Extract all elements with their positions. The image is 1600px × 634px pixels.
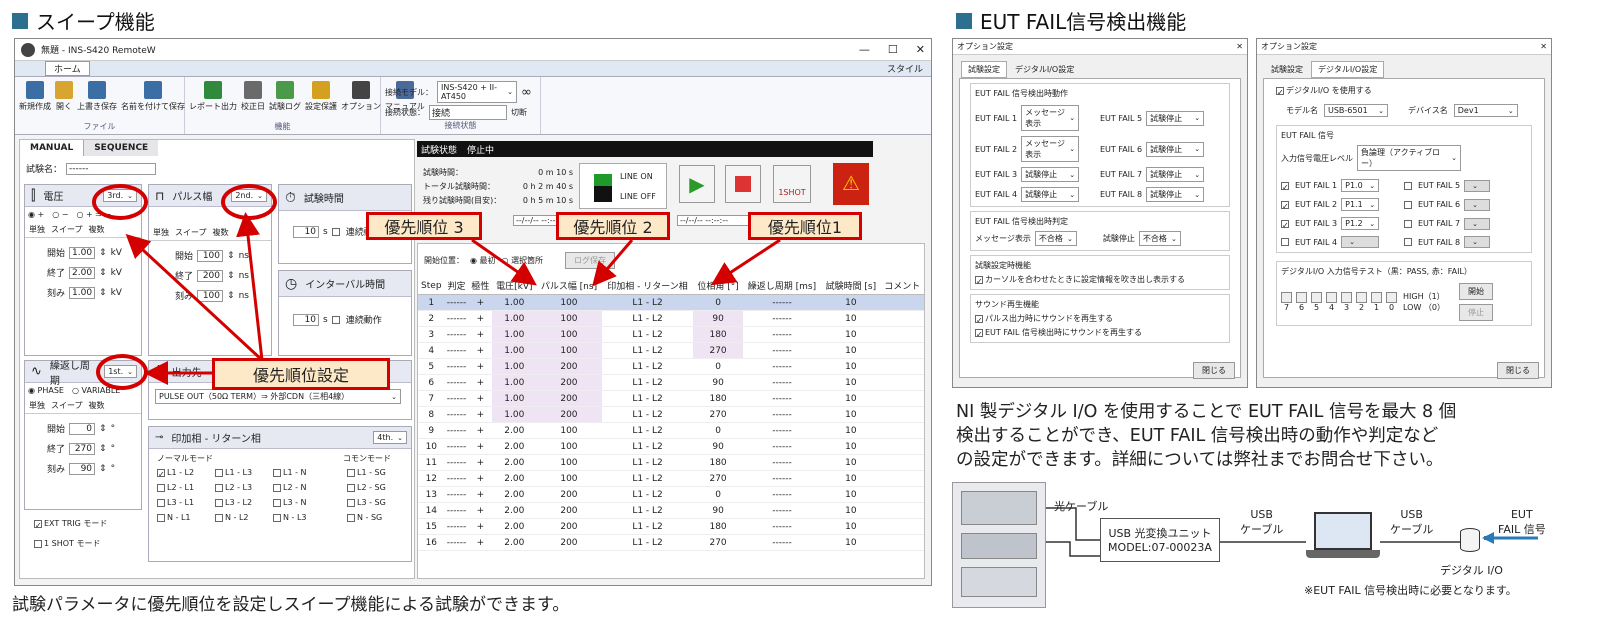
dlg2-close-icon[interactable]: ✕ [1540,42,1547,51]
fail-action-select[interactable]: 試験停止 [1146,167,1205,182]
dlg2-model-select[interactable]: USB-6501 [1324,104,1388,117]
fail-channel-row[interactable]: ✓ EUT FAIL 3 P1.2 [1281,217,1404,230]
usb-optical-unit: USB 光変換ユニット MODEL:07-00023A [1100,518,1220,562]
dlg2-stop-button[interactable]: 停止 [1459,304,1494,321]
laptop-icon [1306,512,1380,564]
callout-priority-2: 優先順位 2 [556,212,670,240]
dlg2-use-dio[interactable]: ✓ デジタルI/O を使用する [1276,85,1532,97]
dlg2-signal-group: EUT FAIL 信号 入力信号電圧レベル負論理（アクティブロー） ✓EUT F… [1276,125,1532,253]
system-diagram: 光ケーブル USB 光変換ユニット MODEL:07-00023A USB ケーブ… [950,478,1598,628]
right-description: NI 製デジタル I/O を使用することで EUT FAIL 信号を最大 8 個… [956,400,1456,472]
options-dialog-dio: オプション設定 ✕ 試験設定 デジタルI/O設定 ✓ デジタルI/O を使用する モデ… [1256,38,1552,388]
optical-cable-label: 光ケーブル [1054,500,1109,513]
priority-circle-voltage [92,184,148,220]
digital-io-icon [1460,528,1480,552]
dlg2-tab-test[interactable]: 試験設定 [1265,62,1309,77]
fail-action-row: EUT FAIL 2 メッセージ表示 [975,136,1100,162]
io-bit: 2 [1356,292,1367,312]
fail-channel-select [1464,217,1491,230]
fail-channel-row[interactable]: EUT FAIL 4 [1281,236,1404,248]
fail-channel-row[interactable]: EUT FAIL 7 [1404,217,1527,230]
io-bit: 5 [1311,292,1322,312]
fail-channel-select [1464,236,1491,248]
fail-channel-select[interactable] [1341,236,1380,248]
fail-action-select[interactable]: メッセージ表示 [1021,105,1080,131]
fail-action-select[interactable]: 試験停止 [1146,187,1205,202]
dlg2-tab-dio[interactable]: デジタルI/O設定 [1311,61,1385,78]
description-line: NI 製デジタル I/O を使用することで EUT FAIL 信号を最大 8 個 [956,402,1457,422]
io-bit: 6 [1296,292,1307,312]
fail-action-select[interactable]: 試験停止 [1021,187,1080,202]
io-bit: 0 [1386,292,1397,312]
callout-priority-1: 優先順位1 [748,212,862,240]
dlg1-close-icon[interactable]: ✕ [1236,42,1243,51]
fail-channel-row[interactable]: EUT FAIL 5 [1404,179,1527,192]
io-bit: 3 [1341,292,1352,312]
fail-action-select[interactable]: メッセージ表示 [1021,136,1080,162]
fail-action-row: EUT FAIL 4 試験停止 [975,187,1100,202]
fail-action-row: EUT FAIL 1 メッセージ表示 [975,105,1100,131]
priority-circle-pulse [221,184,277,220]
dlg1-stop-select[interactable]: 不合格 [1138,231,1181,246]
fail-channel-row[interactable]: EUT FAIL 6 [1404,198,1527,211]
dlg2-title: オプション設定 [1261,42,1317,51]
dlg2-test-group: デジタルI/O 入力信号テスト（黒：PASS, 赤：FAIL） 76543210… [1276,261,1532,326]
dlg1-group-action: EUT FAIL 信号検出時動作EUT FAIL 1メッセージ表示EUT FAI… [970,83,1230,207]
fail-action-row: EUT FAIL 7 試験停止 [1100,167,1225,182]
fail-channel-select [1464,198,1491,211]
fail-channel-select[interactable]: P1.0 [1341,179,1380,192]
fail-action-row: EUT FAIL 6 試験停止 [1100,136,1225,162]
description-line: の設定ができます。詳細については弊社までお問合せ下さい。 [956,450,1444,470]
dlg1-title: オプション設定 [957,42,1013,51]
digital-io-label: デジタル I/O [1440,564,1503,577]
options-dialog-test: オプション設定 ✕ 試験設定 デジタルI/O設定 EUT FAIL 信号検出時動作 E… [952,38,1248,388]
dlg1-tab-test[interactable]: 試験設定 [961,61,1007,78]
heading-square-icon [956,12,972,29]
priority-circle-repeat [96,354,148,390]
callout-priority-3: 優先順位 3 [366,212,482,240]
fail-channel-row[interactable]: ✓ EUT FAIL 1 P1.0 [1281,179,1404,192]
diagram-note: ※EUT FAIL 信号検出時に必要となります。 [1304,584,1517,597]
fail-action-select[interactable]: 試験停止 [1146,141,1205,157]
dlg1-group-tooltip: 試験設定時機能 ✓ カーソルを合わせたときに設定情報を吹き出し表示する [970,255,1230,290]
fail-channel-row[interactable]: EUT FAIL 8 [1404,236,1527,248]
fail-action-row: EUT FAIL 3 試験停止 [975,167,1100,182]
dlg1-group-judge: EUT FAIL 信号検出時判定 メッセージ表示不合格試験停止不合格 [970,211,1230,251]
dlg1-tooltip-check[interactable]: ✓ カーソルを合わせたときに設定情報を吹き出し表示する [975,274,1225,286]
fail-channel-select[interactable]: P1.2 [1341,217,1380,230]
fail-action-select[interactable]: 試験停止 [1021,167,1080,182]
dlg1-close-button[interactable]: 閉じる [1193,362,1235,379]
callout-priority-setting: 優先順位設定 [212,358,390,390]
usb-cable-label-1: USB ケーブル [1240,508,1284,536]
dlg2-close-button[interactable]: 閉じる [1497,362,1539,379]
dlg2-level-select[interactable]: 負論理（アクティブロー） [1357,145,1461,171]
right-heading: EUT FAIL信号検出機能 [956,6,1186,35]
fail-channel-row[interactable]: ✓ EUT FAIL 2 P1.1 [1281,198,1404,211]
fail-channel-select [1464,179,1491,192]
dlg1-sound-pulse[interactable]: ✓ パルス出力時にサウンドを再生する [975,313,1225,325]
io-bit: 7 [1281,292,1292,312]
io-bit: 1 [1371,292,1382,312]
description-line: 検出することができ、EUT FAIL 信号検出時の動作や判定など [956,426,1439,446]
io-bit: 4 [1326,292,1337,312]
dlg1-sound-fail[interactable]: ✓ EUT FAIL 信号検出時にサウンドを再生する [975,327,1225,339]
dlg1-msg-select[interactable]: 不合格 [1034,231,1077,246]
dlg2-start-button[interactable]: 開始 [1459,283,1494,300]
right-heading-text: EUT FAIL信号検出機能 [980,10,1187,34]
annotation-arrows [125,212,781,385]
dlg1-tab-dio[interactable]: デジタルI/O設定 [1009,62,1080,77]
dlg2-device-select[interactable]: Dev1 [1453,104,1518,117]
fail-action-select[interactable]: 試験停止 [1146,110,1205,126]
left-caption: 試験パラメータに優先順位を設定しスイープ機能による試験ができます。 [12,595,570,615]
fail-channel-select[interactable]: P1.1 [1341,198,1380,211]
eut-fail-label: EUT FAIL 信号 [1498,508,1546,536]
usb-cable-label-2: USB ケーブル [1390,508,1434,536]
fail-action-row: EUT FAIL 8 試験停止 [1100,187,1225,202]
dlg1-group-sound: サウンド再生機能 ✓ パルス出力時にサウンドを再生する ✓ EUT FAIL 信号検出時… [970,294,1230,343]
fail-action-row: EUT FAIL 5 試験停止 [1100,105,1225,131]
